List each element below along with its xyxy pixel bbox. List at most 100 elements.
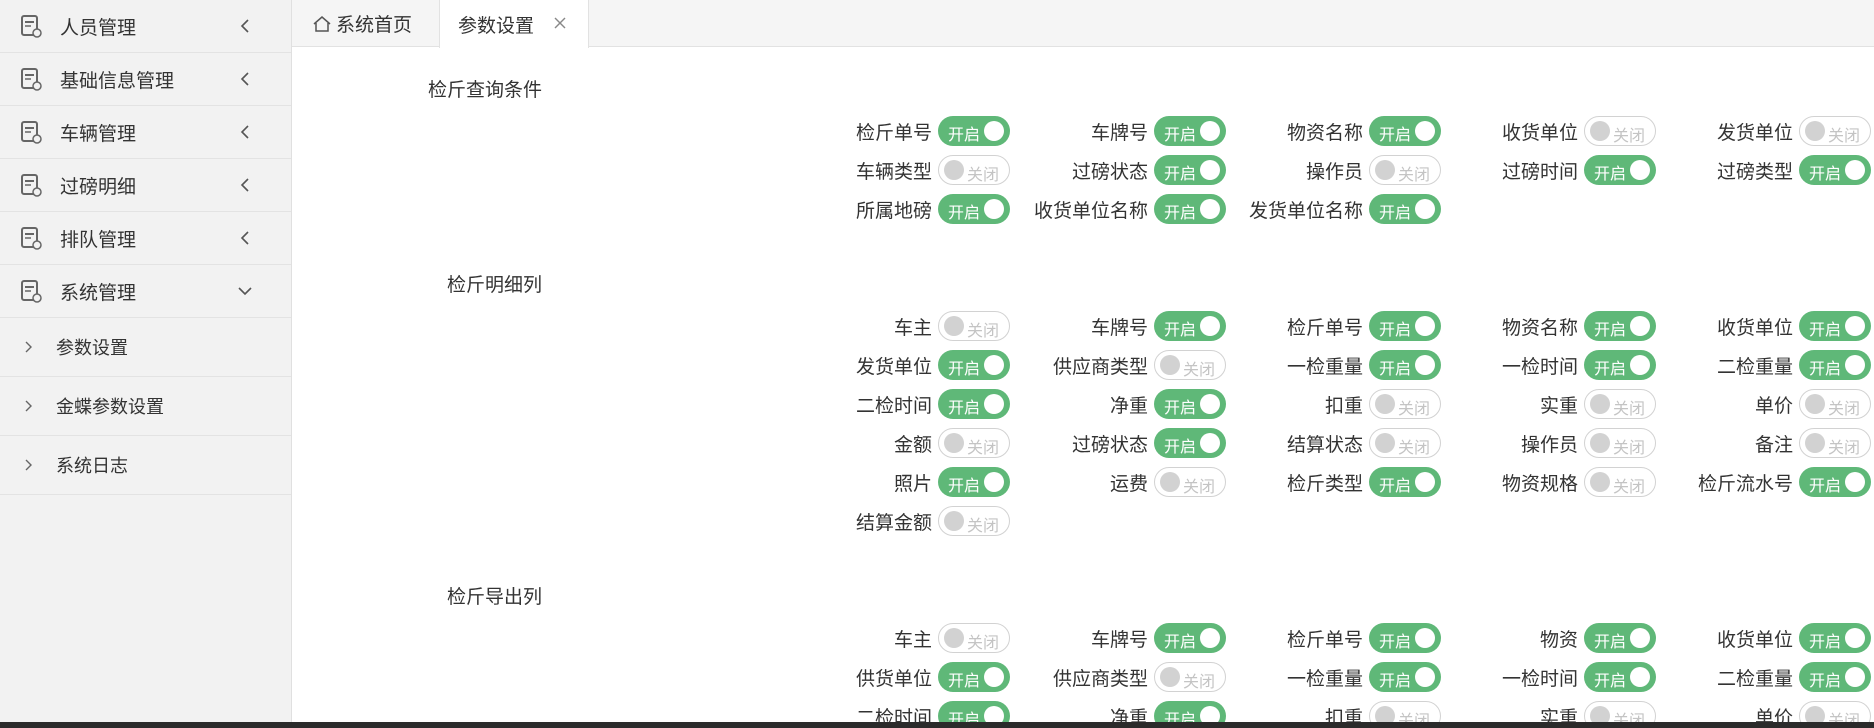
setting-label: 结算状态: [1286, 433, 1363, 456]
toggle-knob: [1845, 667, 1865, 687]
setting-toggle[interactable]: 开启: [1369, 194, 1441, 224]
setting-field: 物资名称 开启: [1408, 309, 1656, 343]
setting-field: 车主 关闭: [762, 621, 1010, 655]
setting-label: 检斤单号: [1286, 316, 1363, 339]
toggle-state-text: 开启: [1164, 203, 1197, 222]
setting-field: 供应商类型 关闭: [978, 348, 1226, 382]
setting-label: 物资名称: [1286, 121, 1363, 144]
setting-label: 二检时间: [855, 394, 932, 417]
setting-field: 结算金额 关闭: [762, 504, 1010, 538]
toggle-knob: [1415, 199, 1435, 219]
setting-toggle[interactable]: 开启: [1799, 662, 1871, 692]
toggle-state-text: 关闭: [1827, 399, 1860, 418]
toggle-state-text: 开启: [1594, 632, 1627, 651]
sidebar-item-label: 排队管理: [60, 228, 137, 251]
toggle-state-text: 开启: [1594, 671, 1627, 690]
toggle-knob: [1845, 160, 1865, 180]
toggle-knob: [1375, 394, 1395, 414]
setting-toggle[interactable]: 开启: [1799, 623, 1871, 653]
setting-label: 车牌号: [1090, 628, 1148, 651]
document-icon: [21, 280, 42, 303]
sidebar-item-label: 过磅明细: [60, 175, 137, 198]
setting-field: 收货单位 开启: [1623, 309, 1871, 343]
setting-label: 收货单位: [1501, 121, 1578, 144]
toggle-state-text: 开启: [1164, 125, 1197, 144]
toggle-state-text: 开启: [1379, 632, 1412, 651]
setting-field: 物资名称 开启: [1193, 114, 1441, 148]
close-icon[interactable]: [552, 15, 568, 31]
setting-label: 一检重量: [1286, 355, 1363, 378]
setting-toggle[interactable]: 关闭: [938, 506, 1010, 536]
setting-field: 车主 关闭: [762, 309, 1010, 343]
setting-toggle[interactable]: 关闭: [1799, 389, 1871, 419]
setting-field: 收货单位名称 开启: [978, 192, 1226, 226]
document-icon: [21, 227, 42, 250]
tab-param-settings[interactable]: 参数设置: [439, 0, 589, 48]
toggle-knob: [944, 433, 964, 453]
toggle-knob: [1160, 667, 1180, 687]
toggle-knob: [1845, 355, 1865, 375]
setting-field: 供应商类型 关闭: [978, 660, 1226, 694]
setting-label: 金额: [893, 433, 932, 456]
tab-home[interactable]: 系统首页: [312, 0, 430, 47]
chevron-right-icon: [25, 400, 32, 412]
setting-toggle[interactable]: 关闭: [1799, 428, 1871, 458]
setting-field: 检斤类型 开启: [1193, 465, 1441, 499]
sidebar-subitem-kingdee-settings[interactable]: 金蝶参数设置: [0, 377, 291, 436]
setting-label: 车牌号: [1090, 121, 1148, 144]
setting-field: 备注 关闭: [1623, 426, 1871, 460]
setting-label: 发货单位: [1716, 121, 1793, 144]
sidebar-item-label: 车辆管理: [60, 122, 137, 145]
setting-field: 二检时间 开启: [762, 387, 1010, 421]
setting-field: 车牌号 开启: [978, 621, 1226, 655]
setting-label: 一检重量: [1286, 667, 1363, 690]
setting-field: 收货单位 开启: [1623, 621, 1871, 655]
setting-label: 一检时间: [1501, 667, 1578, 690]
setting-toggle[interactable]: 开启: [1799, 311, 1871, 341]
setting-toggle[interactable]: 开启: [1799, 467, 1871, 497]
setting-label: 发货单位: [855, 355, 932, 378]
setting-toggle[interactable]: 开启: [1799, 155, 1871, 185]
setting-field: 检斤流水号 开启: [1623, 465, 1871, 499]
toggle-knob: [1375, 433, 1395, 453]
toggle-knob: [1590, 394, 1610, 414]
sidebar-subitem-param-settings[interactable]: 参数设置: [0, 318, 291, 377]
setting-toggle[interactable]: 开启: [1799, 350, 1871, 380]
sidebar-item-vehicles[interactable]: 车辆管理: [0, 106, 291, 159]
toggle-state-text: 开启: [1164, 398, 1197, 417]
setting-label: 收货单位名称: [1033, 199, 1148, 222]
setting-toggle[interactable]: 关闭: [1799, 116, 1871, 146]
setting-field: 金额 关闭: [762, 426, 1010, 460]
setting-field: 过磅状态 开启: [978, 153, 1226, 187]
sidebar-item-personnel[interactable]: 人员管理: [0, 0, 291, 53]
toggle-state-text: 开启: [1809, 632, 1842, 651]
sidebar-item-label: 人员管理: [60, 16, 137, 39]
sidebar-item-weighing-details[interactable]: 过磅明细: [0, 159, 291, 212]
toggle-knob: [1805, 121, 1825, 141]
toggle-knob: [1805, 394, 1825, 414]
setting-field: 检斤单号 开启: [1193, 309, 1441, 343]
sidebar-subitem-system-log[interactable]: 系统日志: [0, 436, 291, 495]
toggle-knob: [1845, 316, 1865, 336]
sidebar-subitem-label: 系统日志: [56, 456, 128, 477]
sidebar: 人员管理 基础信息管理 车辆管理 过磅明细 排队管理 系统管理 参数设置 金蝶参…: [0, 0, 292, 728]
sidebar-item-basic-info[interactable]: 基础信息管理: [0, 53, 291, 106]
setting-label: 检斤流水号: [1697, 472, 1793, 495]
toggle-state-text: 开启: [1379, 203, 1412, 222]
tab-label: 系统首页: [336, 14, 413, 36]
document-icon: [21, 174, 42, 197]
setting-label: 车牌号: [1090, 316, 1148, 339]
toggle-state-text: 开启: [1594, 359, 1627, 378]
toggle-state-text: 开启: [1164, 164, 1197, 183]
sidebar-item-system[interactable]: 系统管理: [0, 265, 291, 318]
setting-field: 运费 关闭: [978, 465, 1226, 499]
document-icon: [21, 68, 42, 91]
chevron-left-icon: [240, 19, 249, 33]
setting-field: 扣重 关闭: [1193, 387, 1441, 421]
setting-field: 供货单位 开启: [762, 660, 1010, 694]
setting-field: 过磅类型 开启: [1623, 153, 1871, 187]
sidebar-item-queue[interactable]: 排队管理: [0, 212, 291, 265]
setting-field: 单价 关闭: [1623, 387, 1871, 421]
setting-label: 收货单位: [1716, 316, 1793, 339]
toggle-knob: [944, 160, 964, 180]
